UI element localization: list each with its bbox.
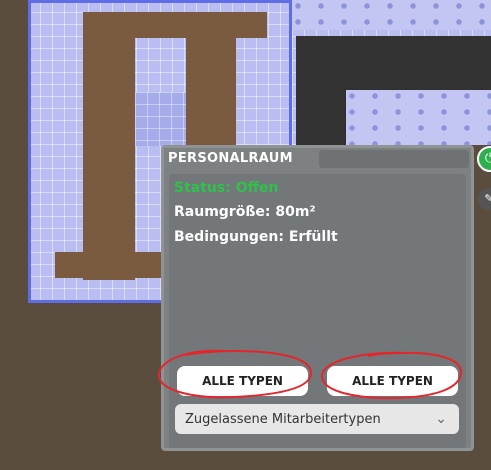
floor-inner [135,92,186,146]
allowed-staff-types-dropdown[interactable]: Zugelassene Mitarbeitertypen ⌄ [175,404,459,434]
room-wall-inner [346,90,491,145]
all-types-button-left[interactable]: ALLE TYPEN [177,366,308,396]
room-info-panel: PERSONALRAUM Status: Offen Raumgröße: 80… [161,145,474,451]
panel-title: PERSONALRAUM [168,151,293,166]
dirt-area [55,252,165,278]
dirt-area [186,38,236,146]
dark-area [296,36,346,145]
dirt-area [83,38,133,40]
dirt-area [83,12,135,280]
all-types-button-right[interactable]: ALLE TYPEN [327,366,458,396]
dropdown-label: Zugelassene Mitarbeitertypen [185,411,381,427]
room-size: Raumgröße: 80m² [174,204,316,220]
chevron-down-icon: ⌄ [435,411,447,427]
room-conditions: Bedingungen: Erfüllt [174,229,338,245]
room-status: Status: Offen [174,180,279,196]
room-wall-right [292,0,491,30]
panel-title-bar [319,150,469,168]
